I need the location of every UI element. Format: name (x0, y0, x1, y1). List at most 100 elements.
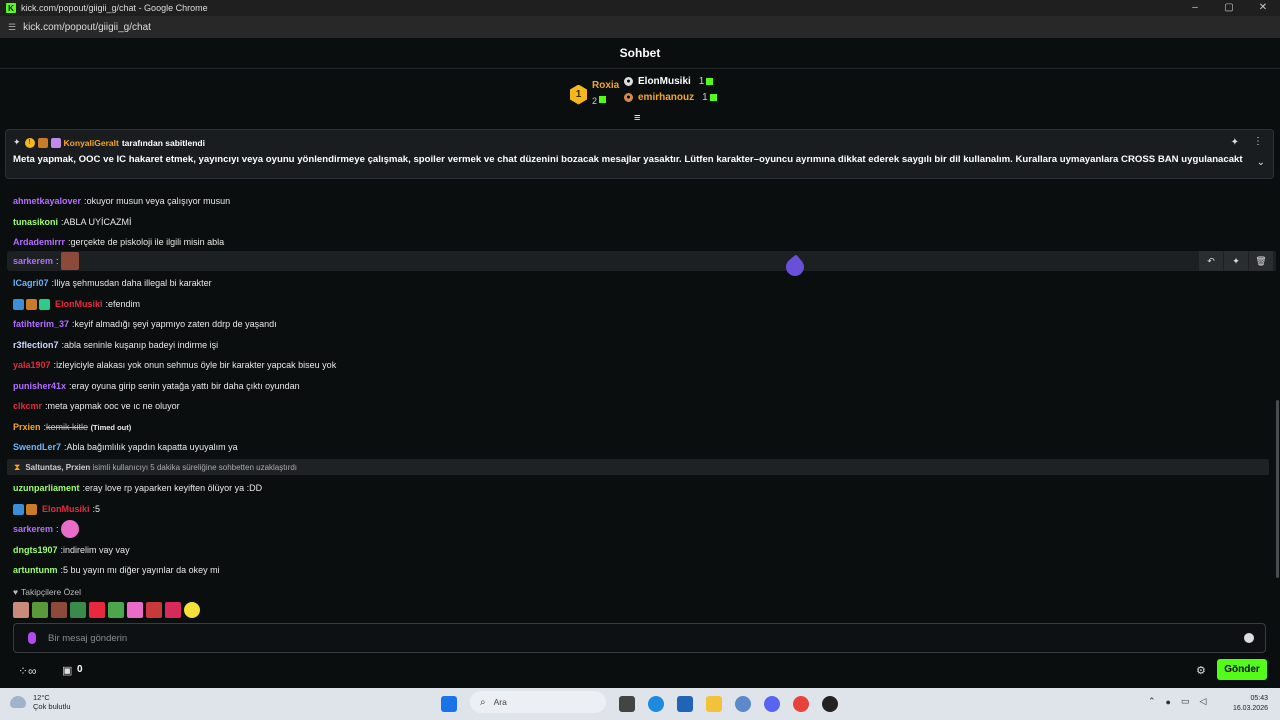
chrome-icon[interactable] (793, 695, 809, 712)
emote-icon[interactable] (127, 602, 143, 618)
close-button[interactable]: ✕ (1246, 0, 1280, 16)
send-button[interactable]: Gönder (1217, 659, 1267, 680)
store-icon[interactable] (677, 695, 693, 712)
chat-message: ElonMusiki: 5 (13, 502, 100, 516)
username[interactable]: Prxien (13, 422, 41, 432)
pinned-author[interactable]: KonyaliGeralt (64, 138, 119, 148)
chat-title: Sohbet (619, 46, 661, 60)
username[interactable]: dngts1907 (13, 545, 58, 555)
start-icon[interactable] (441, 695, 457, 712)
file-explorer-icon[interactable] (706, 695, 722, 712)
weather-widget[interactable]: 12°C Çok bulutlu (10, 693, 71, 711)
username[interactable]: ICagri07 (13, 278, 49, 288)
unpin-icon[interactable]: ✦ (1231, 137, 1239, 148)
window-title: kick.com/popout/giigii_g/chat - Google C… (21, 3, 208, 13)
cloud-icon (10, 696, 26, 708)
volume-icon[interactable]: ◁ (1200, 696, 1207, 707)
username[interactable]: ElonMusiki (55, 299, 103, 309)
username[interactable]: yala1907 (13, 360, 51, 370)
address-bar[interactable]: ☰ kick.com/popout/giigii_g/chat (0, 16, 1280, 38)
message-text: efendim (108, 299, 141, 309)
clock[interactable]: 05:43 16.03.2026 (1226, 694, 1268, 714)
username[interactable]: ahmetkayalover (13, 196, 81, 206)
username[interactable]: sarkerem (13, 256, 53, 266)
pin-message-icon[interactable]: ✦ (1224, 251, 1248, 271)
username[interactable]: artuntunm (13, 565, 58, 575)
emote-icon[interactable] (70, 602, 86, 618)
username[interactable]: SwendLer7 (13, 442, 61, 452)
chevron-up-icon[interactable]: ⌃ (1148, 696, 1156, 707)
microphone-icon[interactable] (28, 632, 36, 644)
chat-message: artuntunm: 5 bu yayın mı diğer yayınlar … (13, 565, 220, 575)
app-icon[interactable] (822, 695, 838, 712)
username[interactable]: uzunparliament (13, 483, 80, 493)
minimize-button[interactable]: – (1178, 0, 1212, 16)
leaderboard-first-name[interactable]: Roxia (592, 80, 619, 91)
chat-messages[interactable]: ahmetkayalover: okuyor musun veya çalışı… (0, 179, 1276, 579)
chat-message: uzunparliament: eray love rp yaparken ke… (13, 483, 263, 493)
emote-icon[interactable] (60, 520, 79, 538)
chat-message: dngts1907: indirelim vay vay (13, 545, 130, 555)
chat-message: SwendLer7: Abla bağımlılık yapdın kapatt… (13, 442, 238, 452)
taskbar-search[interactable]: ⌕ Ara (470, 691, 606, 713)
points-icon[interactable]: ▣ (62, 664, 72, 677)
emote-icon[interactable] (89, 602, 105, 618)
username[interactable]: sarkerem (13, 524, 53, 534)
leaderboard-row[interactable]: ● ElonMusiki 1 (624, 76, 714, 87)
username[interactable]: tunasikoni (13, 217, 58, 227)
emote-icon[interactable] (60, 252, 79, 270)
butterfly-badge-icon (26, 298, 37, 310)
username[interactable]: punisher41x (13, 381, 66, 391)
more-options-icon[interactable]: ⋮ (1253, 136, 1263, 147)
leaderboard-name[interactable]: emirhanouz (638, 92, 694, 103)
emote-icon[interactable] (51, 602, 67, 618)
emote-icon[interactable] (184, 602, 200, 618)
edge-icon[interactable] (648, 695, 664, 712)
leaderboard-first-count: 2 (592, 96, 598, 106)
expand-leaderboard-icon[interactable]: ≡ (634, 112, 640, 124)
emote-icon[interactable] (32, 602, 48, 618)
message-input-box[interactable] (13, 623, 1266, 653)
leaderboard-first[interactable]: 1 Roxia 2 (570, 80, 619, 109)
chat-scrollbar[interactable] (1276, 400, 1279, 578)
chat-message: ICagri07: Iliya şehmusdan daha illegal b… (13, 278, 212, 288)
message-actions: ↶ ✦ 🗑 (1198, 251, 1273, 271)
infinity-icon[interactable]: ⁘∞ (18, 664, 37, 678)
url-text[interactable]: kick.com/popout/giigii_g/chat (23, 22, 151, 33)
rank-3-icon: ● (624, 93, 633, 102)
emote-icon[interactable] (146, 602, 162, 618)
message-input[interactable] (48, 632, 1244, 644)
emote-icon[interactable] (13, 602, 29, 618)
username[interactable]: clkcmr (13, 401, 42, 411)
message-text: indirelim vay vay (63, 545, 130, 555)
site-info-icon[interactable]: ☰ (8, 22, 16, 33)
undo-icon[interactable]: ↶ (1199, 251, 1223, 271)
network-icon[interactable]: ▭ (1181, 696, 1190, 707)
mic-icon[interactable]: ● (1166, 697, 1171, 707)
username[interactable]: fatihterim_37 (13, 319, 69, 329)
task-view-icon[interactable] (619, 695, 635, 712)
pinned-message: ✦ ! KonyaliGeralt tarafından sabitlendi … (5, 129, 1274, 179)
delete-icon[interactable]: 🗑 (1249, 251, 1273, 271)
settings-app-icon[interactable] (735, 695, 751, 712)
kick-logo-icon: K (6, 3, 16, 13)
username[interactable]: r3flection7 (13, 340, 59, 350)
gift-icon (709, 94, 717, 101)
settings-icon[interactable]: ⚙ (1196, 664, 1206, 677)
emote-icon[interactable] (108, 602, 124, 618)
chevron-down-icon[interactable]: ⌄ (1257, 157, 1265, 168)
chat-message: ahmetkayalover: okuyor musun veya çalışı… (13, 196, 231, 206)
username[interactable]: Ardademirrr (13, 237, 65, 247)
heart-icon: ♥ (13, 587, 19, 597)
timed-out-label: (Timed out) (90, 422, 132, 432)
vip-badge-icon (13, 298, 24, 310)
maximize-button[interactable]: ▢ (1212, 0, 1246, 16)
discord-icon[interactable] (764, 695, 780, 712)
emote-icon[interactable] (165, 602, 181, 618)
timeout-text: isimli kullanıcıyı 5 dakika süreliğine s… (92, 462, 298, 472)
leaderboard-row[interactable]: ● emirhanouz 1 (624, 92, 717, 103)
emoji-icon[interactable] (1244, 633, 1254, 643)
leaderboard-name[interactable]: ElonMusiki (638, 76, 691, 87)
username[interactable]: ElonMusiki (42, 504, 90, 514)
message-text: abla seninle kuşanıp badeyi indirme işi (64, 340, 219, 350)
